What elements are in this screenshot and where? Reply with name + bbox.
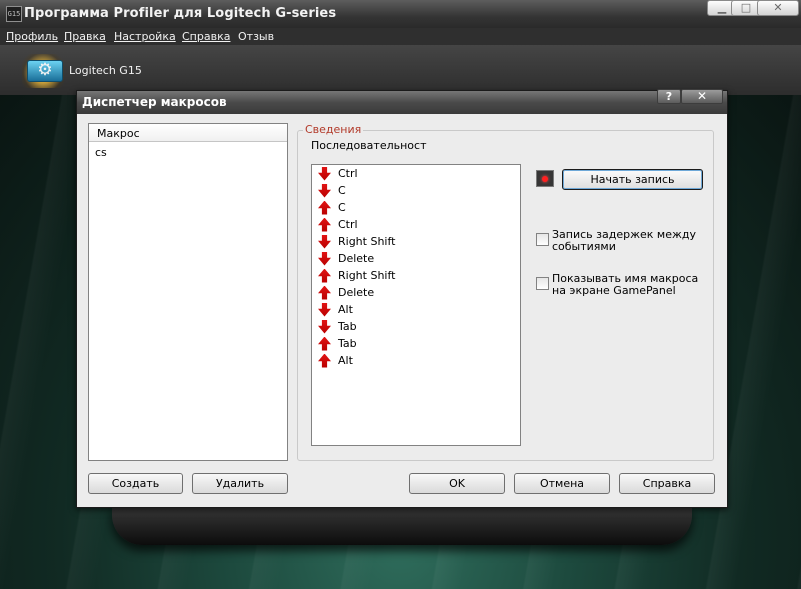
sequence-item[interactable]: Alt <box>318 301 353 318</box>
sequence-item[interactable]: Right Shift <box>318 267 395 284</box>
show-name-checkbox[interactable] <box>536 277 549 290</box>
cancel-button[interactable]: Отмена <box>514 473 610 494</box>
sequence-key-label: Alt <box>338 303 353 316</box>
record-delays-checkbox[interactable] <box>536 233 549 246</box>
delete-button[interactable]: Удалить <box>192 473 288 494</box>
sequence-item[interactable]: Alt <box>318 352 353 369</box>
menu-profile[interactable]: Профиль <box>6 30 58 43</box>
dialog-title: Диспетчер макросов <box>82 95 227 109</box>
key-down-arrow-icon <box>318 319 331 334</box>
close-button[interactable]: ✕ <box>757 0 799 16</box>
macro-list[interactable] <box>88 123 288 461</box>
app-icon: G15 <box>6 6 22 22</box>
device-name: Logitech G15 <box>69 64 142 77</box>
key-down-arrow-icon <box>318 302 331 317</box>
sequence-item[interactable]: C <box>318 199 346 216</box>
lcd-panel-shadow <box>112 505 692 545</box>
show-name-label: Показывать имя макроса на экране GamePan… <box>552 272 699 297</box>
sequence-key-label: Alt <box>338 354 353 367</box>
sequence-item[interactable]: Delete <box>318 284 374 301</box>
sequence-key-label: Ctrl <box>338 167 358 180</box>
sequence-item[interactable]: C <box>318 182 346 199</box>
create-button[interactable]: Создать <box>88 473 183 494</box>
sequence-item[interactable]: Delete <box>318 250 374 267</box>
sequence-item[interactable]: Tab <box>318 335 357 352</box>
gear-icon: ⚙ <box>37 60 53 80</box>
ok-button[interactable]: OK <box>409 473 505 494</box>
menu-edit[interactable]: Правка <box>64 30 106 43</box>
key-up-arrow-icon <box>318 336 331 351</box>
sequence-key-label: Delete <box>338 252 375 265</box>
key-up-arrow-icon <box>318 285 331 300</box>
key-up-arrow-icon <box>318 268 331 283</box>
sequence-item[interactable]: Ctrl <box>318 165 358 182</box>
macro-column-label: Макрос <box>97 127 140 140</box>
key-up-arrow-icon <box>318 217 331 232</box>
record-indicator-icon <box>536 170 554 187</box>
sequence-item[interactable]: Ctrl <box>318 216 358 233</box>
sequence-item[interactable]: Right Shift <box>318 233 395 250</box>
sequence-item[interactable]: Tab <box>318 318 357 335</box>
dialog-close-button[interactable]: ✕ <box>681 89 723 104</box>
sequence-label: Последовательност <box>311 139 427 152</box>
sequence-key-label: C <box>338 201 346 214</box>
record-delays-label: Запись задержек между событиями <box>552 228 697 253</box>
sequence-key-label: C <box>338 184 346 197</box>
menu-settings[interactable]: Настройка <box>114 30 176 43</box>
help-button[interactable]: Справка <box>619 473 715 494</box>
key-up-arrow-icon <box>318 353 331 368</box>
sequence-key-label: Delete <box>338 286 375 299</box>
key-down-arrow-icon <box>318 166 331 181</box>
key-up-arrow-icon <box>318 200 331 215</box>
app-title: Программа Profiler для Logitech G-series <box>24 6 337 21</box>
details-group-title: Сведения <box>303 123 364 136</box>
sequence-key-label: Tab <box>338 320 357 333</box>
key-down-arrow-icon <box>318 251 331 266</box>
dialog-help-button[interactable]: ? <box>657 89 681 104</box>
sequence-key-label: Tab <box>338 337 357 350</box>
start-record-button[interactable]: Начать запись <box>562 169 703 190</box>
sequence-key-label: Right Shift <box>338 235 396 248</box>
menu-feedback[interactable]: Отзыв <box>238 30 274 43</box>
list-item[interactable]: cs <box>95 146 107 159</box>
menu-help[interactable]: Справка <box>182 30 230 43</box>
key-down-arrow-icon <box>318 234 331 249</box>
sequence-key-label: Right Shift <box>338 269 396 282</box>
sequence-key-label: Ctrl <box>338 218 358 231</box>
key-down-arrow-icon <box>318 183 331 198</box>
